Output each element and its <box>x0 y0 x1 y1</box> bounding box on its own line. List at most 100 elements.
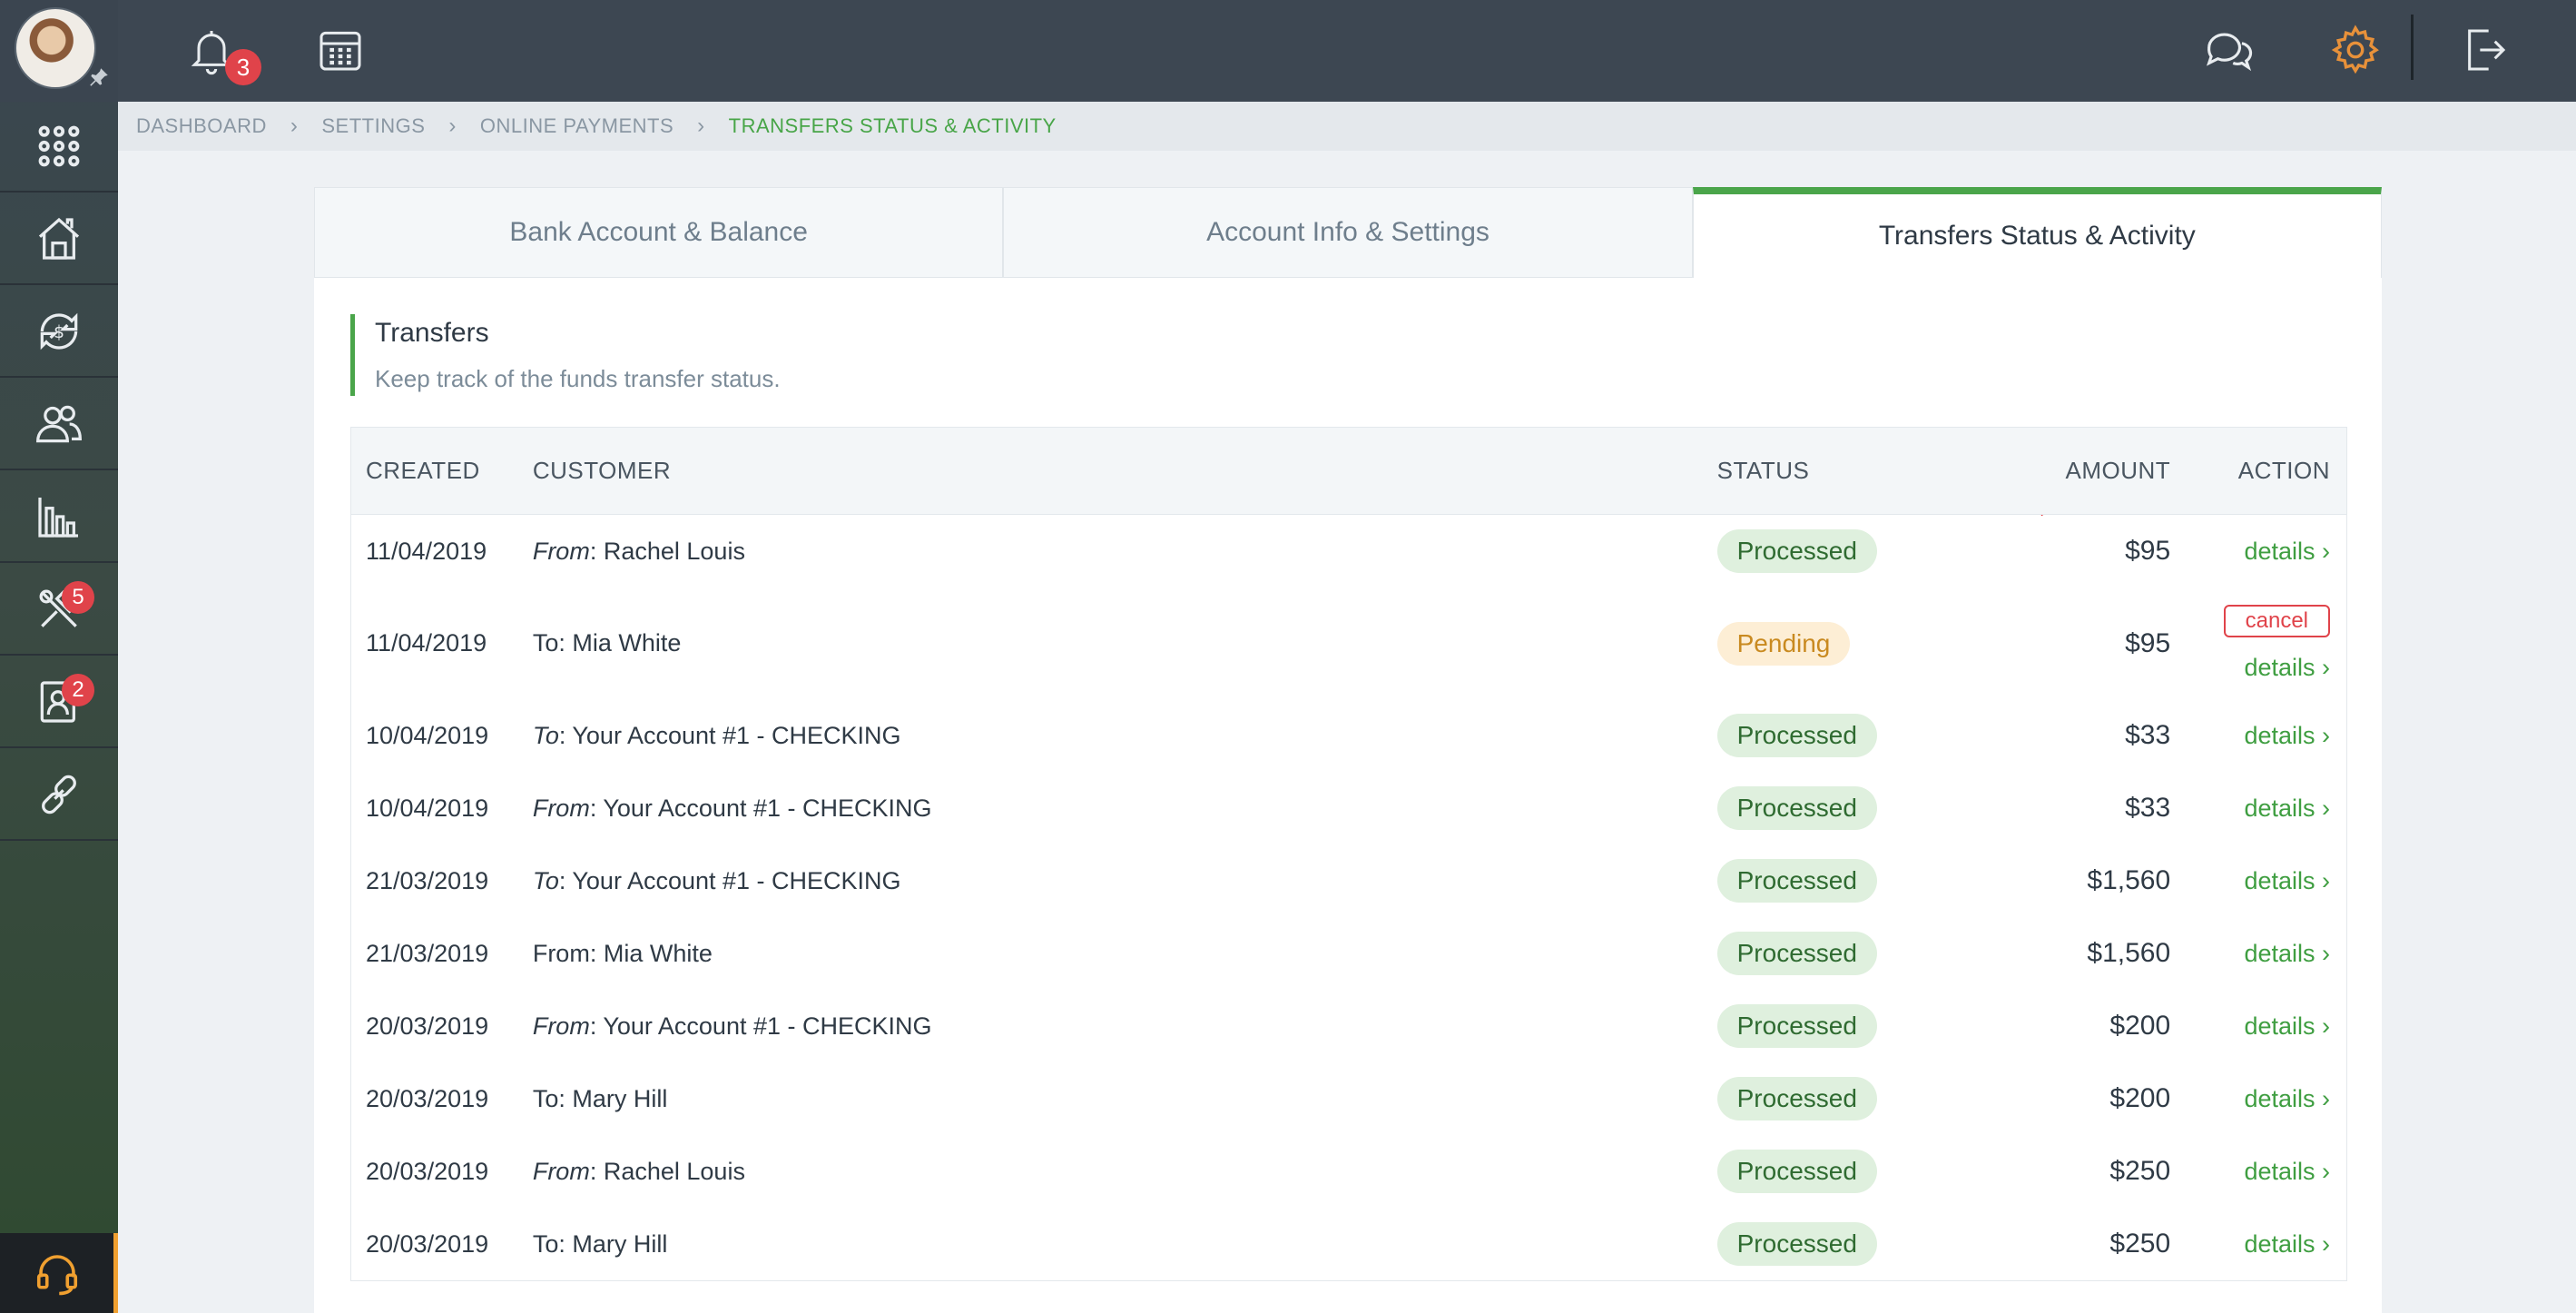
content-card: Bank Account & Balance Account Info & Se… <box>314 187 2382 1313</box>
calendar-icon <box>320 31 361 71</box>
details-label: details <box>2244 654 2315 681</box>
header-status: STATUS <box>1716 457 1810 484</box>
table-row: 11/04/2019 From: Rachel Louis Processed $95… <box>351 515 2346 587</box>
breadcrumb-online-payments[interactable]: ONLINE PAYMENTS <box>480 114 673 138</box>
tab-account-info[interactable]: Account Info & Settings <box>1003 187 1693 278</box>
cell-amount: $33 <box>2125 793 2171 823</box>
customer-direction: From <box>532 1157 590 1185</box>
status-badge: Processed <box>1716 1004 1877 1048</box>
status-badge: Processed <box>1716 714 1877 757</box>
details-label: details <box>2244 866 2315 894</box>
tab-bar: Bank Account & Balance Account Info & Se… <box>314 187 2382 278</box>
contacts-badge: 2 <box>62 674 94 706</box>
tab-transfers[interactable]: Transfers Status & Activity <box>1692 187 2382 278</box>
cell-action: details › <box>2170 795 2346 823</box>
breadcrumb-current: TRANSFERS STATUS & ACTIVITY <box>728 114 1057 137</box>
customer-colon: : <box>589 1157 604 1185</box>
cell-created: 21/03/2019 <box>366 939 489 967</box>
chevron-right-icon: › <box>697 114 705 138</box>
chevron-right-icon: › <box>2322 866 2330 894</box>
cell-customer: From: Your Account #1 - CHECKING <box>533 795 1717 823</box>
customer-name: Mia White <box>572 629 682 656</box>
cell-status: Processed <box>1716 529 1990 573</box>
tab-bank-account[interactable]: Bank Account & Balance <box>314 187 1004 278</box>
avatar[interactable] <box>15 7 96 89</box>
people-icon <box>36 405 82 443</box>
cell-customer: To: Mary Hill <box>533 1230 1717 1259</box>
header-amount: AMOUNT <box>2065 457 2171 484</box>
cell-action: cancel details › <box>2170 605 2346 682</box>
cell-created: 10/04/2019 <box>366 721 489 749</box>
cell-status: Processed <box>1716 859 1990 903</box>
customer-name: Your Account #1 - CHECKING <box>603 1012 932 1040</box>
cell-customer: From: Mia White <box>533 940 1717 968</box>
chat-button[interactable] <box>2197 20 2256 80</box>
table-row: 21/03/2019 From: Mia White Processed $1,560… <box>351 917 2346 990</box>
breadcrumb: DASHBOARD › SETTINGS › ONLINE PAYMENTS ›… <box>118 102 2576 151</box>
customer-direction: To <box>532 1084 559 1112</box>
status-badge: Processed <box>1716 786 1877 830</box>
breadcrumb-dashboard[interactable]: DASHBOARD <box>136 114 267 138</box>
customer-colon: : <box>558 1084 573 1112</box>
settings-button[interactable] <box>2325 20 2385 80</box>
status-badge: Processed <box>1716 859 1877 903</box>
details-link[interactable]: details › <box>2244 722 2330 750</box>
cell-status: Processed <box>1716 714 1990 757</box>
gear-icon <box>2331 25 2379 74</box>
customer-name: Mary Hill <box>572 1084 668 1112</box>
sidebar: $ 5 2 <box>0 0 118 1313</box>
sidebar-item-properties[interactable] <box>0 194 118 285</box>
details-link[interactable]: details › <box>2244 1012 2330 1041</box>
chevron-right-icon: › <box>2322 939 2330 967</box>
bar-chart-icon <box>38 498 78 538</box>
house-icon <box>38 217 80 260</box>
status-badge: Processed <box>1716 1077 1877 1120</box>
sidebar-item-contacts[interactable]: 2 <box>0 657 118 748</box>
cell-amount: $250 <box>2109 1156 2171 1186</box>
details-link[interactable]: details › <box>2244 867 2330 895</box>
header-customer: CUSTOMER <box>532 457 672 484</box>
customer-colon: : <box>589 537 604 565</box>
breadcrumb-settings[interactable]: SETTINGS <box>321 114 425 138</box>
section-title: Transfers <box>375 318 489 348</box>
sidebar-item-apps[interactable] <box>0 102 118 193</box>
customer-colon: : <box>589 1012 604 1040</box>
calendar-button[interactable] <box>310 20 370 80</box>
sidebar-item-people[interactable] <box>0 380 118 470</box>
cell-amount: $200 <box>2109 1083 2171 1113</box>
chevron-right-icon: › <box>2322 1012 2330 1040</box>
transfers-table: CREATED CUSTOMER STATUS AMOUNT ACTION 11… <box>350 427 2347 1281</box>
details-link[interactable]: details › <box>2244 1085 2330 1113</box>
cell-action: details › <box>2170 1230 2346 1259</box>
details-label: details <box>2244 537 2315 565</box>
cell-customer: To: Your Account #1 - CHECKING <box>533 722 1717 750</box>
cell-created: 20/03/2019 <box>366 1084 489 1112</box>
table-row: 20/03/2019 To: Mary Hill Processed $200 deta… <box>351 1062 2346 1135</box>
customer-name: Rachel Louis <box>603 1157 745 1185</box>
details-link[interactable]: details › <box>2244 654 2330 682</box>
sidebar-item-payments[interactable]: $ <box>0 287 118 378</box>
details-link[interactable]: details › <box>2244 940 2330 968</box>
cancel-button[interactable]: cancel <box>2223 605 2330 637</box>
details-link[interactable]: details › <box>2244 1230 2330 1259</box>
details-link[interactable]: details › <box>2244 538 2330 566</box>
logout-button[interactable] <box>2454 20 2514 80</box>
details-link[interactable]: details › <box>2244 795 2330 823</box>
customer-direction: To <box>532 1229 559 1258</box>
chevron-right-icon: › <box>2322 654 2330 681</box>
cell-action: details › <box>2170 1012 2346 1041</box>
status-badge: Processed <box>1716 1150 1877 1193</box>
cell-amount: $95 <box>2125 536 2171 566</box>
cell-status: Processed <box>1716 1222 1990 1266</box>
topbar-divider <box>2411 15 2414 80</box>
details-link[interactable]: details › <box>2244 1158 2330 1186</box>
table-row: 11/04/2019 To: Mia White Pending $95 cancel d… <box>351 587 2346 699</box>
sidebar-item-integrations[interactable] <box>0 750 118 841</box>
details-label: details <box>2244 1084 2315 1112</box>
table-row: 21/03/2019 To: Your Account #1 - CHECKING… <box>351 844 2346 917</box>
sidebar-item-reports[interactable] <box>0 472 118 563</box>
sidebar-item-maintenance[interactable]: 5 <box>0 565 118 656</box>
pin-icon[interactable] <box>87 65 111 89</box>
cell-status: Processed <box>1716 1077 1990 1120</box>
support-button[interactable] <box>0 1233 118 1313</box>
